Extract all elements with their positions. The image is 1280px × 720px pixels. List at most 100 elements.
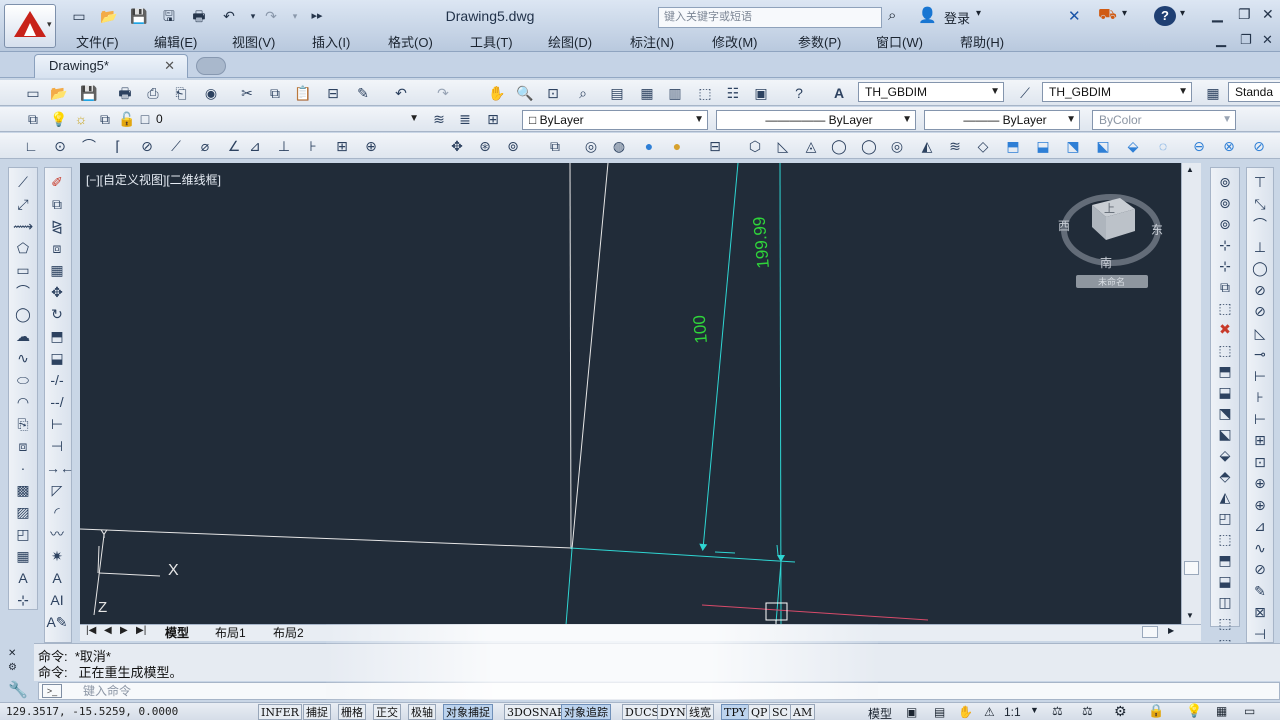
insert-block-icon[interactable]: ⎘ — [12, 414, 34, 434]
circle-icon[interactable]: ◯ — [12, 304, 34, 324]
lineweight-select[interactable]: ——— ByLayer ▼ — [924, 110, 1080, 130]
menu-view[interactable]: 视图(V) — [232, 32, 275, 51]
table-icon[interactable]: ▦ — [12, 546, 34, 566]
sidetool-c-icon[interactable]: ⌒ — [1249, 215, 1271, 235]
gradient-icon[interactable]: ▨ — [12, 502, 34, 522]
object-ucs-icon[interactable]: ✖ — [1214, 319, 1236, 339]
continuous-orbit-icon[interactable]: ⊚ — [502, 136, 524, 156]
copy-object-icon[interactable]: ⧉ — [46, 194, 68, 214]
sidetool-b-icon[interactable]: ⤡ — [1249, 194, 1271, 214]
intersect-icon[interactable]: ⊗ — [1218, 136, 1240, 156]
sidetool-e-icon[interactable]: ◯ — [1249, 258, 1271, 278]
3d-print-icon[interactable]: ◉ — [200, 83, 222, 103]
plot-icon[interactable]: 🖶 — [114, 83, 136, 103]
close-icon[interactable]: ✕ — [1262, 6, 1274, 23]
edit-text-icon[interactable]: A✎ — [46, 612, 68, 632]
status-toggle[interactable]: DYN — [657, 704, 689, 720]
new-file-icon[interactable]: ▭ — [70, 8, 88, 24]
z-ucs-icon[interactable]: ⬘ — [1214, 466, 1236, 486]
status-toggle[interactable]: 线宽 — [686, 704, 714, 720]
make-block-icon[interactable]: ⧈ — [12, 436, 34, 456]
sidetool-r-icon[interactable]: ∿ — [1249, 538, 1271, 558]
polyline-icon[interactable]: ⟿ — [12, 216, 34, 236]
mtext-icon[interactable]: A — [12, 568, 34, 588]
text-style-select[interactable]: TH_GBDIM ▼ — [858, 82, 1004, 102]
chevron-down-icon[interactable]: ▾ — [1122, 8, 1127, 19]
binoculars-icon[interactable]: ⌕ — [888, 7, 896, 24]
first-tab-icon[interactable]: |◀ — [86, 625, 96, 636]
publish-icon[interactable]: ⎗ — [170, 83, 192, 103]
scroll-up-icon[interactable]: ▲ — [1186, 165, 1194, 174]
settings-command-icon[interactable]: ⚙ — [8, 662, 28, 673]
store-icon[interactable]: ⛟ — [1098, 6, 1117, 25]
sidetool-g-icon[interactable]: ⊘ — [1249, 301, 1271, 321]
scale-icon[interactable]: ⬒ — [46, 326, 68, 346]
dim-style-select[interactable]: TH_GBDIM ▼ — [1042, 82, 1192, 102]
isolate-objects-icon[interactable]: ▦ — [1216, 704, 1227, 718]
coordinate-readout[interactable]: 129.3517, -15.5259, 0.0000 — [6, 705, 178, 718]
application-menu-button[interactable]: ▾ — [4, 4, 56, 48]
revcloud-icon[interactable]: ☁ — [12, 326, 34, 346]
calculator-icon[interactable]: ▣ — [750, 83, 772, 103]
new-tab-button[interactable] — [196, 57, 226, 75]
sphere-icon[interactable]: ◯ — [828, 136, 850, 156]
menu-file[interactable]: 文件(F) — [76, 32, 119, 51]
overflow-icon[interactable]: ▸▸ — [308, 8, 326, 24]
subtract-icon[interactable]: ⊖ — [1188, 136, 1210, 156]
zoom-window-icon[interactable]: ⊡ — [542, 83, 564, 103]
status-toggle[interactable]: SC — [769, 704, 791, 720]
pan-status-icon[interactable]: ✋ — [958, 705, 973, 719]
sidetool-i-icon[interactable]: ⊸ — [1249, 344, 1271, 364]
sidetool-t-icon[interactable]: ✎ — [1249, 581, 1271, 601]
prev-tab-icon[interactable]: ◀ — [104, 625, 112, 636]
ucs-manager-icon[interactable]: ⬚ — [1214, 529, 1236, 549]
realistic-icon[interactable]: ● — [666, 136, 688, 156]
status-toggle[interactable]: AM — [790, 704, 816, 720]
save-icon[interactable]: 💾 — [78, 83, 100, 103]
trim-icon[interactable]: -/- — [46, 370, 68, 390]
fillet-icon[interactable]: ◜ — [46, 502, 68, 522]
menu-insert[interactable]: 插入(I) — [312, 32, 350, 51]
explode-icon[interactable]: ✷ — [46, 546, 68, 566]
save-icon[interactable]: 💾 — [130, 8, 148, 24]
undo-icon[interactable]: ↶ — [220, 8, 238, 24]
stretch-icon[interactable]: ⬓ — [46, 348, 68, 368]
status-toggle[interactable]: 对象捕捉 — [443, 704, 493, 720]
block-editor-icon[interactable]: ✎ — [352, 83, 374, 103]
next-tab-icon[interactable]: ▶ — [120, 625, 128, 636]
sidetool-p-icon[interactable]: ⊕ — [1249, 495, 1271, 515]
offset-icon[interactable]: ⧈ — [46, 238, 68, 258]
redo-icon[interactable]: ↷ — [262, 8, 280, 24]
aligned-dim-icon[interactable]: ⊙ — [49, 136, 71, 156]
line-icon[interactable]: ⟋ — [12, 172, 34, 192]
model-space-label[interactable]: 模型 — [868, 705, 892, 720]
break-icon[interactable]: ⊣ — [46, 436, 68, 456]
layer-manager-icon[interactable]: ⧉ — [22, 109, 44, 129]
center-mark-icon[interactable]: ⊕ — [360, 136, 382, 156]
free-orbit-icon[interactable]: ⊛ — [474, 136, 496, 156]
table-style-select[interactable]: Standa — [1228, 82, 1280, 102]
move-icon[interactable]: ✥ — [46, 282, 68, 302]
status-toggle[interactable]: INFER — [258, 704, 302, 720]
cube-view-icon[interactable]: ⊚ — [1214, 172, 1236, 192]
scroll-down-icon[interactable]: ▼ — [1186, 611, 1194, 620]
chevron-down-icon[interactable]: ▾ — [976, 8, 981, 19]
auto-scale-icon[interactable]: ⚖ — [1082, 704, 1093, 718]
face-ucs-icon[interactable]: ⬚ — [1214, 298, 1236, 318]
chevron-down-icon[interactable]: ▾ — [1180, 8, 1185, 19]
zoom-previous-icon[interactable]: ⌕ — [572, 83, 594, 103]
ucs-prev-icon[interactable]: ⧉ — [1214, 277, 1236, 297]
baseline-dim-icon[interactable]: ⊥ — [273, 136, 295, 156]
sidetool-u-icon[interactable]: ⊠ — [1249, 602, 1271, 622]
vertical-scrollbar[interactable]: ▲ ▼ — [1181, 163, 1201, 625]
menu-draw[interactable]: 绘图(D) — [548, 32, 592, 51]
angular-dim-icon[interactable]: ∠ — [223, 136, 245, 156]
y-ucs-icon[interactable]: ⬙ — [1214, 445, 1236, 465]
layer-state-icon[interactable]: ⊞ — [482, 109, 504, 129]
visual-style-icon[interactable]: ⧉ — [544, 136, 566, 156]
status-toggle[interactable]: 3DOSNAP — [504, 704, 568, 720]
cone-icon[interactable]: ◬ — [800, 136, 822, 156]
design-center-icon[interactable]: ▦ — [636, 83, 658, 103]
hidden-icon[interactable]: ◍ — [608, 136, 630, 156]
radius-dim-icon[interactable]: ⊘ — [136, 136, 158, 156]
